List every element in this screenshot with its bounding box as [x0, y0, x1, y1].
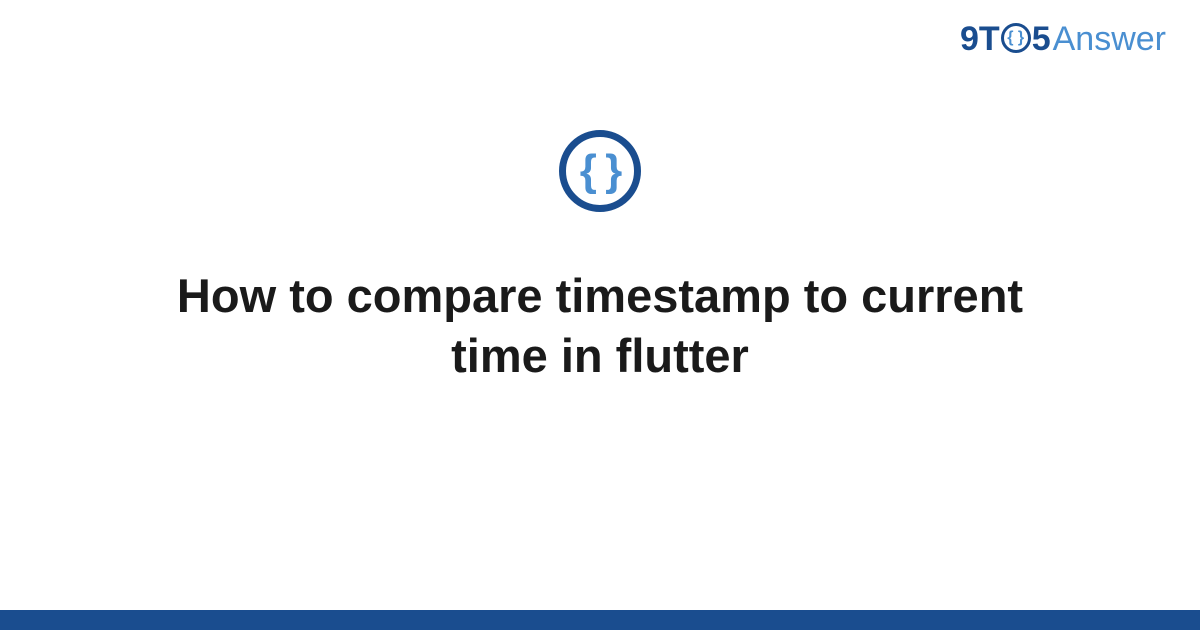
- code-braces-icon: { }: [559, 130, 641, 212]
- main-content: { } How to compare timestamp to current …: [0, 130, 1200, 386]
- brand-logo-text: 9 T { } 5 Answer: [960, 20, 1166, 59]
- brand-five: 5: [1032, 20, 1051, 59]
- brand-nine: 9: [960, 20, 979, 59]
- page-title: How to compare timestamp to current time…: [150, 266, 1050, 386]
- brand-answer: Answer: [1053, 20, 1166, 59]
- brand-ring-inner: { }: [1007, 29, 1024, 47]
- braces-glyph: { }: [580, 146, 620, 196]
- footer-bar: [0, 610, 1200, 630]
- brand-t: T: [979, 20, 1000, 59]
- brand-ring-icon: { }: [1001, 23, 1031, 53]
